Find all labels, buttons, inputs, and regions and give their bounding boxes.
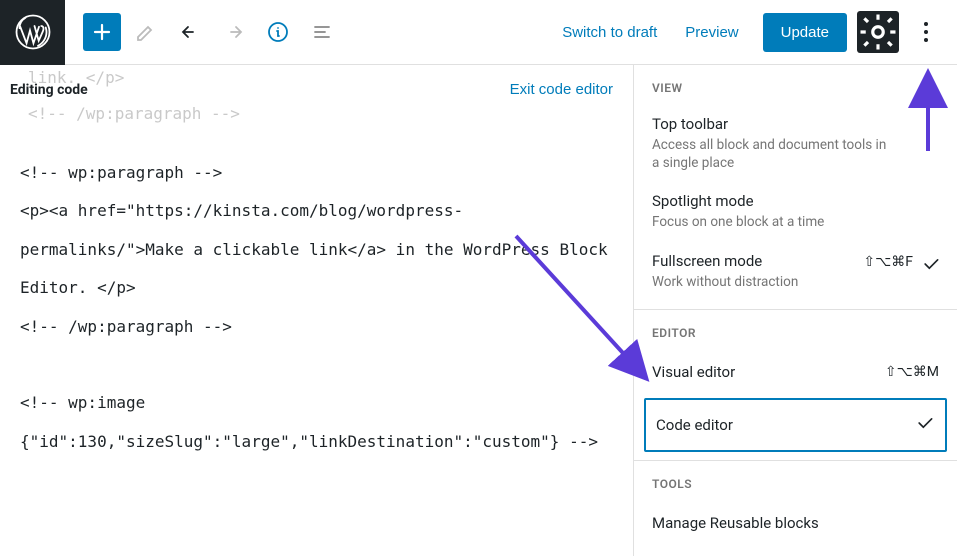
wordpress-logo[interactable] (0, 0, 65, 65)
menu-item-keyboard-shortcuts[interactable]: Keyboard shortcuts ⌃⌥H (634, 545, 957, 556)
tools-section-title: TOOLS (634, 461, 957, 501)
ellipsis-icon (924, 22, 928, 42)
update-button[interactable]: Update (763, 13, 847, 52)
code-textarea[interactable]: <!-- wp:paragraph --> <p><a href="https:… (20, 154, 613, 461)
add-block-button[interactable] (83, 13, 121, 51)
menu-item-code-editor[interactable]: Code editor (644, 398, 947, 452)
faded-code-line: link. </p> (28, 59, 124, 97)
menu-item-spotlight-mode[interactable]: Spotlight mode Focus on one block at a t… (634, 182, 957, 241)
switch-to-draft-button[interactable]: Switch to draft (548, 14, 671, 51)
code-editor-pane: link. </p> <!-- /wp:paragraph --> Editin… (0, 65, 633, 556)
options-menu: VIEW Top toolbar Access all block and do… (633, 65, 957, 556)
redo-button[interactable] (215, 13, 253, 51)
faded-code-line: <!-- /wp:paragraph --> (28, 95, 240, 133)
top-toolbar: Switch to draft Preview Update (0, 0, 957, 65)
check-icon (921, 254, 941, 278)
menu-item-fullscreen-mode[interactable]: Fullscreen mode Work without distraction… (634, 242, 957, 301)
menu-item-visual-editor[interactable]: Visual editor ⇧⌥⌘M (634, 350, 957, 394)
info-button[interactable] (259, 13, 297, 51)
edit-icon[interactable] (127, 13, 165, 51)
editor-section-title: EDITOR (634, 310, 957, 350)
menu-item-top-toolbar[interactable]: Top toolbar Access all block and documen… (634, 105, 957, 182)
settings-button[interactable] (857, 11, 899, 53)
check-icon (915, 413, 935, 437)
exit-code-editor-button[interactable]: Exit code editor (510, 81, 613, 98)
preview-button[interactable]: Preview (671, 14, 752, 51)
undo-button[interactable] (171, 13, 209, 51)
more-options-button[interactable] (907, 11, 945, 53)
outline-button[interactable] (303, 13, 341, 51)
menu-item-manage-reusable-blocks[interactable]: Manage Reusable blocks (634, 501, 957, 545)
view-section-title: VIEW (634, 65, 957, 105)
